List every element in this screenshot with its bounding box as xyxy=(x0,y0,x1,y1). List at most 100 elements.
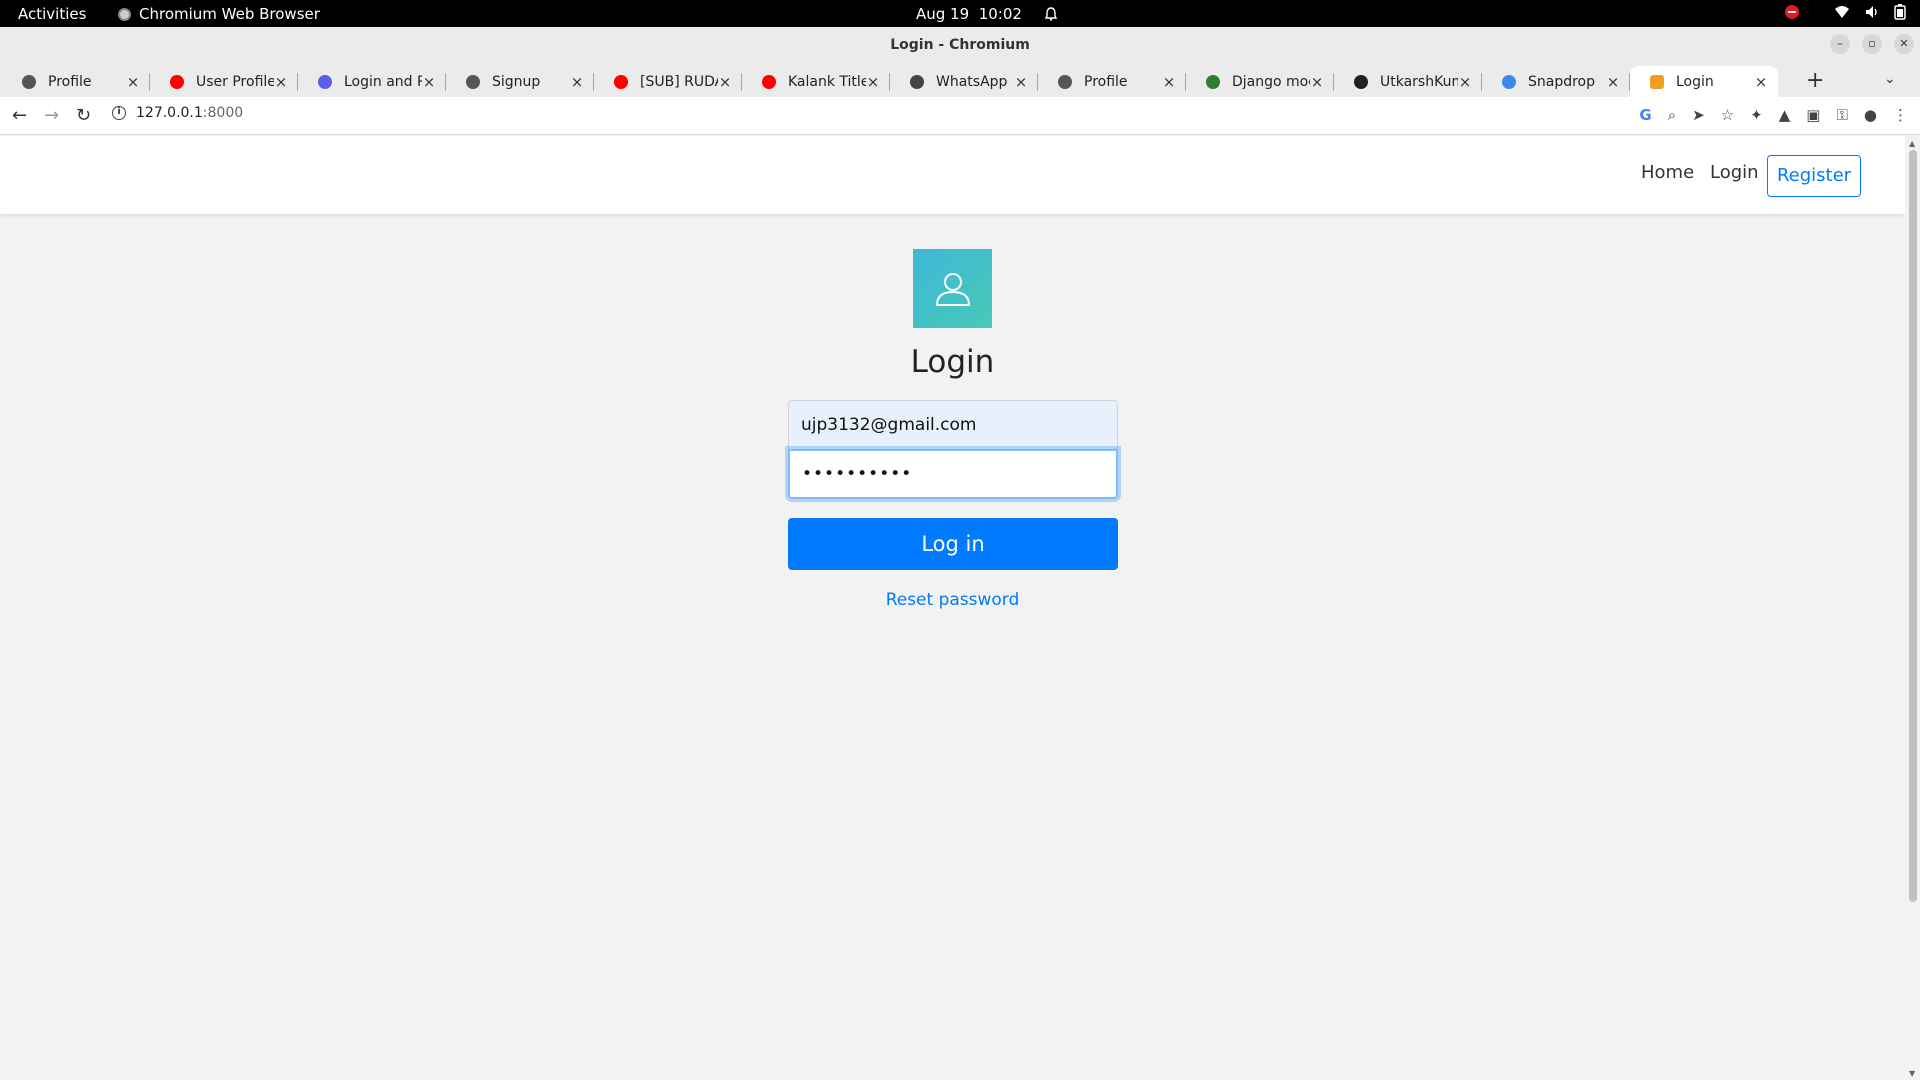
tab-close-icon[interactable]: × xyxy=(422,73,436,91)
new-tab-button[interactable]: + xyxy=(1806,68,1824,93)
tab-label: Django mod xyxy=(1232,73,1310,90)
url-port: :8000 xyxy=(202,105,244,121)
reload-button[interactable]: ↻ xyxy=(76,105,91,126)
tab-close-icon[interactable]: × xyxy=(1162,73,1176,91)
tab-close-icon[interactable]: × xyxy=(718,73,732,91)
zoom-icon[interactable]: ⌕ xyxy=(1668,106,1676,124)
page-scrollbar[interactable]: ▲ ▼ xyxy=(1905,136,1920,1080)
chromium-icon xyxy=(118,7,131,21)
app-menu[interactable]: Chromium Web Browser xyxy=(118,5,320,23)
login-submit-button[interactable]: Log in xyxy=(788,518,1118,570)
send-icon[interactable]: ➤ xyxy=(1692,106,1705,124)
volume-icon xyxy=(1866,6,1877,18)
reset-password-link[interactable]: Reset password xyxy=(0,590,1905,610)
clock[interactable]: Aug 19 10:02 xyxy=(916,5,1058,23)
scrollbar-thumb[interactable] xyxy=(1909,150,1917,902)
tab-close-icon[interactable]: × xyxy=(1310,73,1324,91)
date-text: Aug 19 xyxy=(916,5,970,23)
nav-home-link[interactable]: Home xyxy=(1641,162,1694,183)
browser-toolbar: ← → ↻ i 127.0.0.1:8000 G ⌕ ➤ ☆ ✦ ▲ ▣ ⚿ ●… xyxy=(0,97,1920,135)
nav-register-button[interactable]: Register xyxy=(1767,155,1861,197)
scroll-up-arrow-icon[interactable]: ▲ xyxy=(1909,139,1915,148)
back-button[interactable]: ← xyxy=(12,105,27,126)
page-icon xyxy=(1650,74,1664,89)
password-input[interactable]: •••••••••• xyxy=(788,449,1118,499)
bookmark-star-icon[interactable]: ☆ xyxy=(1721,106,1734,124)
tab-close-icon[interactable]: × xyxy=(274,73,288,91)
wifi-icon xyxy=(1835,6,1849,18)
youtube-icon xyxy=(170,74,184,89)
tab-label: Kalank Title xyxy=(788,73,866,90)
password-key-icon[interactable]: ⚿ xyxy=(1836,106,1847,124)
youtube-icon xyxy=(614,74,628,89)
close-window-button[interactable]: ✕ xyxy=(1894,34,1914,54)
browser-tab[interactable]: WhatsApp × xyxy=(890,66,1038,97)
page-viewport: Home Login Register Login ujp3132@gmail.… xyxy=(0,136,1905,1080)
tab-label: Profile xyxy=(1084,73,1128,90)
reset-password-label[interactable]: Reset password xyxy=(886,590,1020,610)
notification-bell-icon xyxy=(1044,7,1058,21)
site-info-icon[interactable]: i xyxy=(112,106,126,120)
battery-icon xyxy=(1894,4,1906,20)
tab-close-icon[interactable]: × xyxy=(570,73,584,91)
tab-label: Profile xyxy=(48,73,92,90)
time-text: 10:02 xyxy=(978,5,1022,23)
browser-tab[interactable]: Profile × xyxy=(2,66,150,97)
app-name: Chromium Web Browser xyxy=(139,5,320,23)
snapdrop-icon xyxy=(1502,74,1516,89)
browser-tab[interactable]: User Profile × xyxy=(150,66,298,97)
side-panel-icon[interactable]: ▣ xyxy=(1806,106,1820,124)
window-title-bar: Login - Chromium – ▫ ✕ xyxy=(0,27,1920,63)
extensions-icon[interactable]: ✦ xyxy=(1750,106,1763,124)
tab-label: Login and Re xyxy=(344,73,422,90)
window-title: Login - Chromium xyxy=(890,37,1030,53)
tab-label: Snapdrop xyxy=(1528,73,1596,90)
browser-tab[interactable]: Profile × xyxy=(1038,66,1186,97)
profile-avatar-icon[interactable]: ● xyxy=(1864,106,1877,124)
nav-login-link[interactable]: Login xyxy=(1710,162,1759,183)
forward-button[interactable]: → xyxy=(44,105,59,126)
browser-tab[interactable]: Login × xyxy=(1630,66,1778,97)
browser-tab[interactable]: [SUB] RUDA × xyxy=(594,66,742,97)
browser-tab[interactable]: Login and Re× xyxy=(298,66,446,97)
django-icon xyxy=(1206,74,1220,89)
tab-label: WhatsApp xyxy=(936,73,1008,90)
tab-label: [SUB] RUDA xyxy=(640,73,718,90)
tab-close-icon[interactable]: × xyxy=(1458,73,1472,91)
github-icon xyxy=(1354,74,1368,89)
browser-tab[interactable]: Kalank Title × xyxy=(742,66,890,97)
globe-icon xyxy=(22,74,36,89)
tab-close-icon[interactable]: × xyxy=(126,73,140,91)
browser-tab[interactable]: Django mod × xyxy=(1186,66,1334,97)
activities-button[interactable]: Activities xyxy=(18,5,86,23)
user-avatar-icon xyxy=(913,249,992,328)
labs-flask-icon[interactable]: ▲ xyxy=(1779,106,1791,124)
browser-tab[interactable]: UtkarshKum × xyxy=(1334,66,1482,97)
browser-tab[interactable]: Signup × xyxy=(446,66,594,97)
minimize-button[interactable]: – xyxy=(1830,34,1850,54)
maximize-button[interactable]: ▫ xyxy=(1862,34,1882,54)
url-host: 127.0.0.1 xyxy=(136,105,203,121)
tab-close-icon[interactable]: × xyxy=(1014,73,1028,91)
scroll-down-arrow-icon[interactable]: ▼ xyxy=(1909,1069,1915,1078)
menu-kebab-icon[interactable]: ⋮ xyxy=(1893,106,1908,124)
site-navbar: Home Login Register xyxy=(0,136,1905,214)
tab-close-icon[interactable]: × xyxy=(1606,73,1620,91)
os-top-bar: Activities Chromium Web Browser Aug 19 1… xyxy=(0,0,1920,27)
tab-label: Login xyxy=(1676,73,1714,90)
login-heading: Login xyxy=(910,344,995,380)
tab-close-icon[interactable]: × xyxy=(1754,73,1768,91)
cl-icon xyxy=(318,74,332,89)
address-bar[interactable]: i 127.0.0.1:8000 xyxy=(112,105,243,121)
tab-label: User Profile xyxy=(196,73,274,90)
tab-search-chevron-icon[interactable]: ⌄ xyxy=(1884,71,1896,87)
tab-strip: + ⌄ Profile×User Profile×Login and Re×Si… xyxy=(0,63,1920,97)
globe-icon xyxy=(1058,74,1072,89)
browser-tab[interactable]: Snapdrop × xyxy=(1482,66,1630,97)
email-input[interactable]: ujp3132@gmail.com xyxy=(788,400,1118,450)
system-tray[interactable] xyxy=(1784,4,1906,20)
tab-close-icon[interactable]: × xyxy=(866,73,880,91)
tab-label: UtkarshKum xyxy=(1380,73,1458,90)
folder-icon xyxy=(910,74,924,89)
google-lens-icon[interactable]: G xyxy=(1639,106,1651,124)
